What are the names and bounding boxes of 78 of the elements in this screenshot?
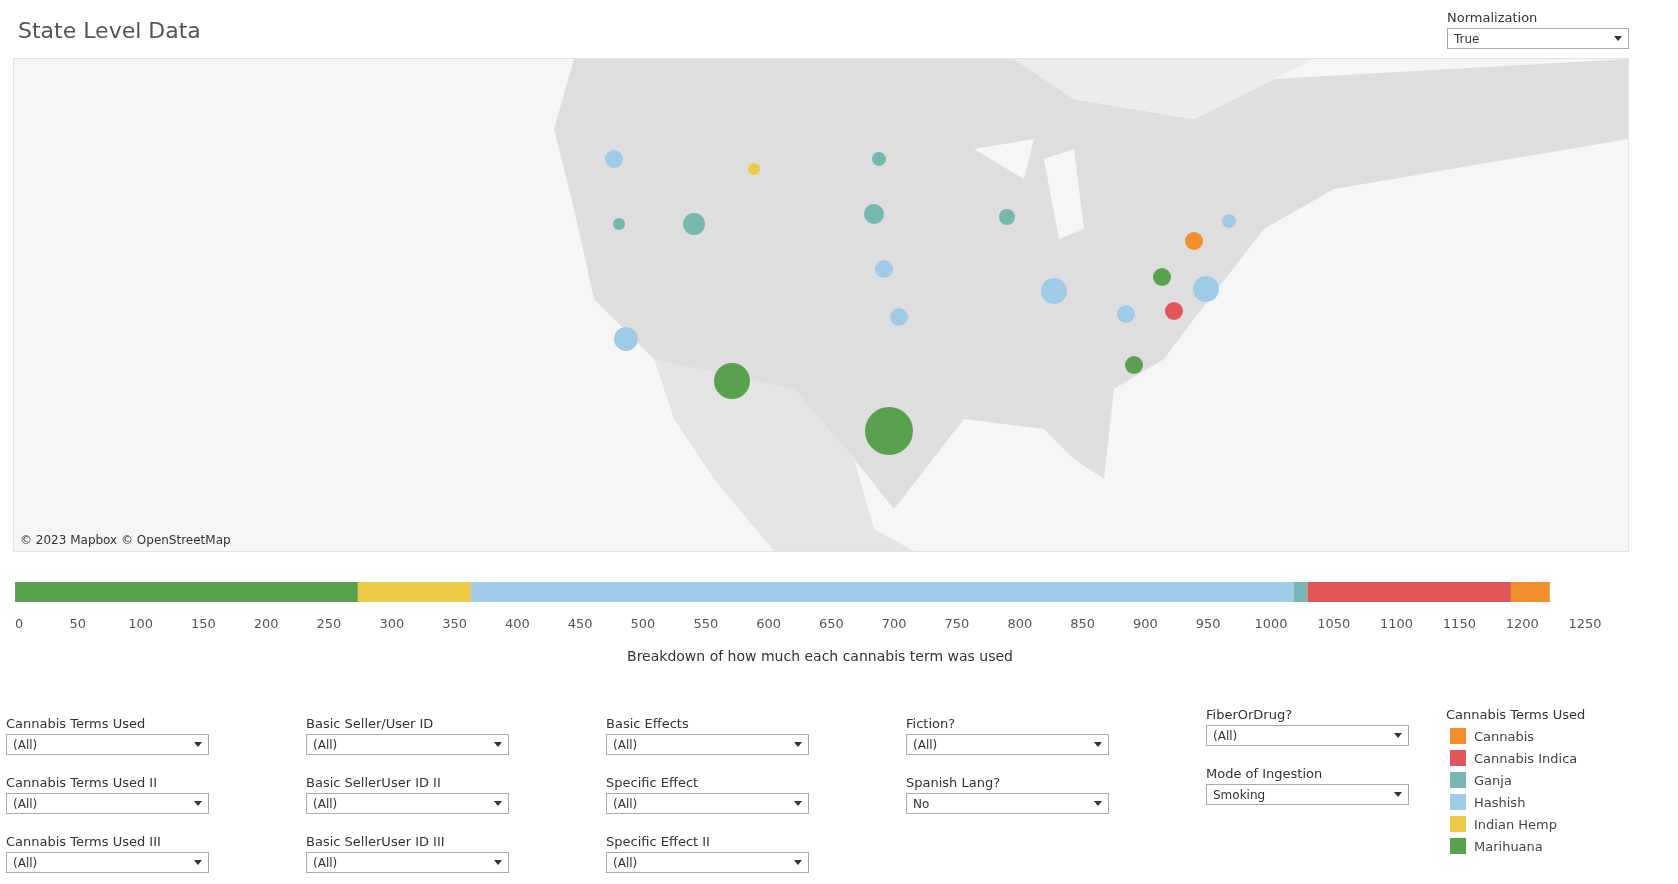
caret-icon — [794, 742, 802, 747]
axis-tick-label: 100 — [128, 616, 153, 631]
filter-label: FiberOrDrug? — [1206, 707, 1294, 722]
filter-label: Basic Seller/User ID — [306, 716, 435, 731]
axis-tick-label: 400 — [505, 616, 530, 631]
filter-label: Fiction? — [906, 716, 957, 731]
axis-tick-label: 800 — [1007, 616, 1033, 631]
filter-label: Cannabis Terms Used — [6, 716, 147, 731]
axis-tick-label: 1100 — [1380, 616, 1414, 631]
caret-icon — [494, 742, 502, 747]
filter-label: Specific Effect — [606, 775, 700, 790]
axis-tick-label: 750 — [944, 616, 970, 631]
dashboard-title: State Level Data — [18, 18, 201, 43]
map-attribution: © 2023 Mapbox © OpenStreetMap — [20, 533, 231, 547]
legend-label: Marihuana — [1474, 838, 1543, 854]
filter-dropdown[interactable]: (All) — [6, 793, 209, 814]
caret-icon — [794, 801, 802, 806]
axis-tick-label: 600 — [756, 616, 781, 631]
filter-dropdown[interactable]: (All) — [306, 734, 509, 755]
caret-icon — [194, 742, 202, 747]
legend-label: Cannabis Indica — [1474, 750, 1578, 766]
caret-icon — [1394, 792, 1402, 797]
axis-tick-label: 250 — [316, 616, 342, 631]
axis-tick-label: 1250 — [1568, 616, 1602, 631]
caret-icon — [1094, 742, 1102, 747]
filter-label: Basic SellerUser ID II — [306, 775, 442, 790]
axis-tick-label: 0 — [15, 616, 24, 631]
axis-tick-label: 50 — [69, 616, 87, 631]
axis-tick-label: 150 — [191, 616, 216, 631]
filter-dropdown[interactable]: (All) — [6, 852, 209, 873]
axis-tick-label: 300 — [379, 616, 405, 631]
axis-tick-label: 900 — [1133, 616, 1158, 631]
filter-label: Cannabis Terms Used III — [6, 834, 162, 849]
axis-tick-label: 550 — [693, 616, 719, 631]
filter-label: Mode of Ingestion — [1206, 766, 1324, 781]
axis-tick-label: 850 — [1070, 616, 1095, 631]
filter-label: Spanish Lang? — [906, 775, 1002, 790]
filter-dropdown[interactable]: (All) — [1206, 725, 1409, 746]
filter-dropdown[interactable]: (All) — [606, 852, 809, 873]
axis-tick-label: 1200 — [1505, 616, 1539, 631]
filter-label: Basic Effects — [606, 716, 690, 731]
filter-label: Cannabis Terms Used II — [6, 775, 158, 790]
filter-dropdown[interactable]: (All) — [306, 793, 509, 814]
axis-tick-label: 450 — [567, 616, 593, 631]
filter-dropdown[interactable]: (All) — [606, 734, 809, 755]
legend-label: Hashish — [1474, 794, 1526, 810]
legend-label: Indian Hemp — [1474, 816, 1557, 832]
normalization-dropdown[interactable]: True — [1447, 28, 1629, 49]
caret-icon — [1094, 801, 1102, 806]
axis-tick-label: 1000 — [1254, 616, 1288, 631]
caret-icon — [1614, 36, 1622, 41]
axis-tick-label: 350 — [442, 616, 467, 631]
filter-label: Specific Effect II — [606, 834, 711, 849]
axis-tick-label: 700 — [881, 616, 907, 631]
legend-title: Cannabis Terms Used — [1446, 707, 1586, 722]
axis-tick-label: 1150 — [1442, 616, 1476, 631]
filter-dropdown[interactable]: (All) — [906, 734, 1109, 755]
caret-icon — [494, 801, 502, 806]
legend-label: Cannabis — [1474, 728, 1535, 744]
caret-icon — [194, 801, 202, 806]
filter-dropdown[interactable]: (All) — [606, 793, 809, 814]
caret-icon — [1394, 733, 1402, 738]
caret-icon — [194, 860, 202, 865]
filter-dropdown[interactable]: (All) — [306, 852, 509, 873]
axis-tick-label: 1050 — [1317, 616, 1351, 631]
axis-tick-label: 500 — [630, 616, 656, 631]
axis-title: Breakdown of how much each cannabis term was used — [626, 648, 1014, 664]
caret-icon — [494, 860, 502, 865]
filter-label: Basic SellerUser ID III — [306, 834, 446, 849]
filter-dropdown[interactable]: (All) — [6, 734, 209, 755]
caret-icon — [794, 860, 802, 865]
filter-dropdown[interactable]: No — [906, 793, 1109, 814]
axis-tick-label: 200 — [253, 616, 279, 631]
axis-tick-label: 950 — [1195, 616, 1221, 631]
axis-tick-label: 650 — [819, 616, 844, 631]
legend-label: Ganja — [1474, 772, 1512, 788]
filter-dropdown[interactable]: Smoking — [1206, 784, 1409, 805]
filter-label: Normalization — [1447, 10, 1539, 25]
